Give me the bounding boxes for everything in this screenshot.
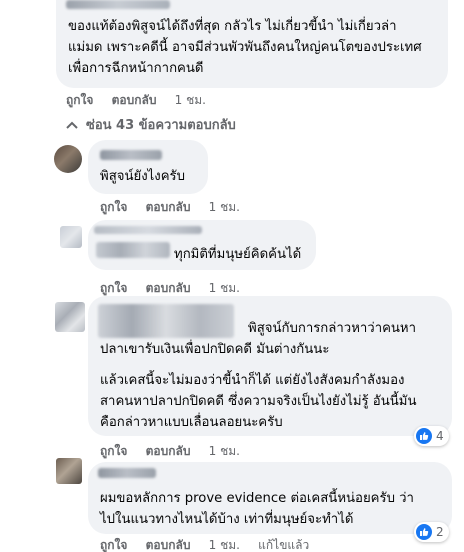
reply-button[interactable]: ตอบกลับ — [112, 93, 157, 107]
comment-actions-2: ถูกใจ ตอบกลับ 1 ชม. — [100, 198, 254, 217]
timestamp[interactable]: 1 ชม. — [175, 93, 206, 107]
chevron-up-icon — [66, 121, 78, 129]
comment-bubble-4: พิสูจน์กับการกล่าวหาว่าคนหา ปลาเขารับเงิ… — [88, 296, 452, 436]
like-button[interactable]: ถูกใจ — [100, 444, 127, 458]
comment-bubble-1: ของแท้ต้องพิสูจน์ได้ถึงที่สุด กลัวไร ไม่… — [56, 0, 448, 88]
hide-replies-button[interactable]: ซ่อน 43 ข้อความตอบกลับ — [66, 114, 236, 135]
timestamp[interactable]: 1 ชม. — [209, 538, 240, 552]
reply-button[interactable]: ตอบกลับ — [146, 538, 191, 552]
avatar[interactable] — [54, 145, 82, 173]
edited-label[interactable]: แก้ไขแล้ว — [258, 538, 309, 552]
like-button[interactable]: ถูกใจ — [100, 200, 127, 214]
comment-text-line: สาคนหาปลาปกปิดคดี ซึ่งความจริงเป็นไงยังไ… — [100, 394, 417, 409]
hide-replies-label: ซ่อน 43 ข้อความตอบกลับ — [86, 118, 236, 133]
like-reaction-icon — [416, 428, 432, 444]
comment-text-line: ผมขอหลักการ prove evidence ต่อเคสนี้หน่อ… — [100, 491, 414, 506]
like-button[interactable]: ถูกใจ — [66, 93, 93, 107]
comment-actions-4: ถูกใจ ตอบกลับ 1 ชม. — [100, 442, 254, 461]
reply-button[interactable]: ตอบกลับ — [146, 281, 191, 295]
comment-text: พิสูจน์ยังไงครับ — [100, 169, 185, 184]
timestamp[interactable]: 1 ชม. — [209, 281, 240, 295]
author-name-redacted[interactable] — [98, 468, 156, 478]
reply-button[interactable]: ตอบกลับ — [146, 200, 191, 214]
comment-bubble-5: ผมขอหลักการ prove evidence ต่อเคสนี้หน่อ… — [88, 462, 452, 534]
author-name-redacted[interactable] — [96, 242, 170, 258]
comment-text-line: เพื่อการฉีกหน้ากากคนดี — [68, 61, 204, 76]
author-name-redacted[interactable] — [94, 226, 202, 234]
author-name-redacted[interactable] — [66, 0, 170, 9]
comment-text-line: คือกล่าวหาแบบเลื่อนลอยนะครับ — [100, 415, 283, 430]
comment-text-line: ของแท้ต้องพิสูจน์ได้ถึงที่สุด กลัวไร ไม่… — [68, 19, 397, 34]
author-name-redacted[interactable] — [100, 150, 162, 160]
comment-text-line: ไปในแนวทางไหนได้บ้าง เท่าที่มนุษย์จะทำได… — [100, 512, 354, 527]
reply-button[interactable]: ตอบกลับ — [146, 444, 191, 458]
author-name-redacted[interactable] — [98, 304, 234, 338]
reaction-count-badge[interactable]: 4 — [414, 426, 449, 446]
comment-text-line: แล้วเคสนี้จะไม่มองว่าขี้นำก็ได้ แต่ยังไง… — [100, 373, 405, 388]
avatar[interactable] — [55, 302, 85, 332]
reaction-count: 2 — [436, 525, 444, 539]
like-button[interactable]: ถูกใจ — [100, 281, 127, 295]
reaction-count: 4 — [436, 429, 444, 443]
timestamp[interactable]: 1 ชม. — [209, 200, 240, 214]
timestamp[interactable]: 1 ชม. — [209, 444, 240, 458]
comment-text-line: ปลาเขารับเงินเพื่อปกปิดคดี มันต่างกันนะ — [100, 342, 330, 357]
avatar[interactable] — [60, 226, 82, 248]
comment-actions-5: ถูกใจ ตอบกลับ 1 ชม. แก้ไขแล้ว — [100, 536, 323, 552]
comment-text-line: แม่มด เพราะคดีนี้ อาจมีส่วนพัวพันถึงคนให… — [68, 40, 422, 55]
comment-bubble-3: ทุกมิติที่มนุษย์คิดค้นได้ — [88, 220, 316, 270]
comment-actions-1: ถูกใจ ตอบกลับ 1 ชม. — [66, 91, 220, 110]
avatar[interactable] — [56, 458, 82, 484]
like-button[interactable]: ถูกใจ — [100, 538, 127, 552]
reaction-count-badge[interactable]: 2 — [414, 522, 449, 542]
comment-bubble-2: พิสูจน์ยังไงครับ — [88, 140, 208, 194]
like-reaction-icon — [416, 524, 432, 540]
